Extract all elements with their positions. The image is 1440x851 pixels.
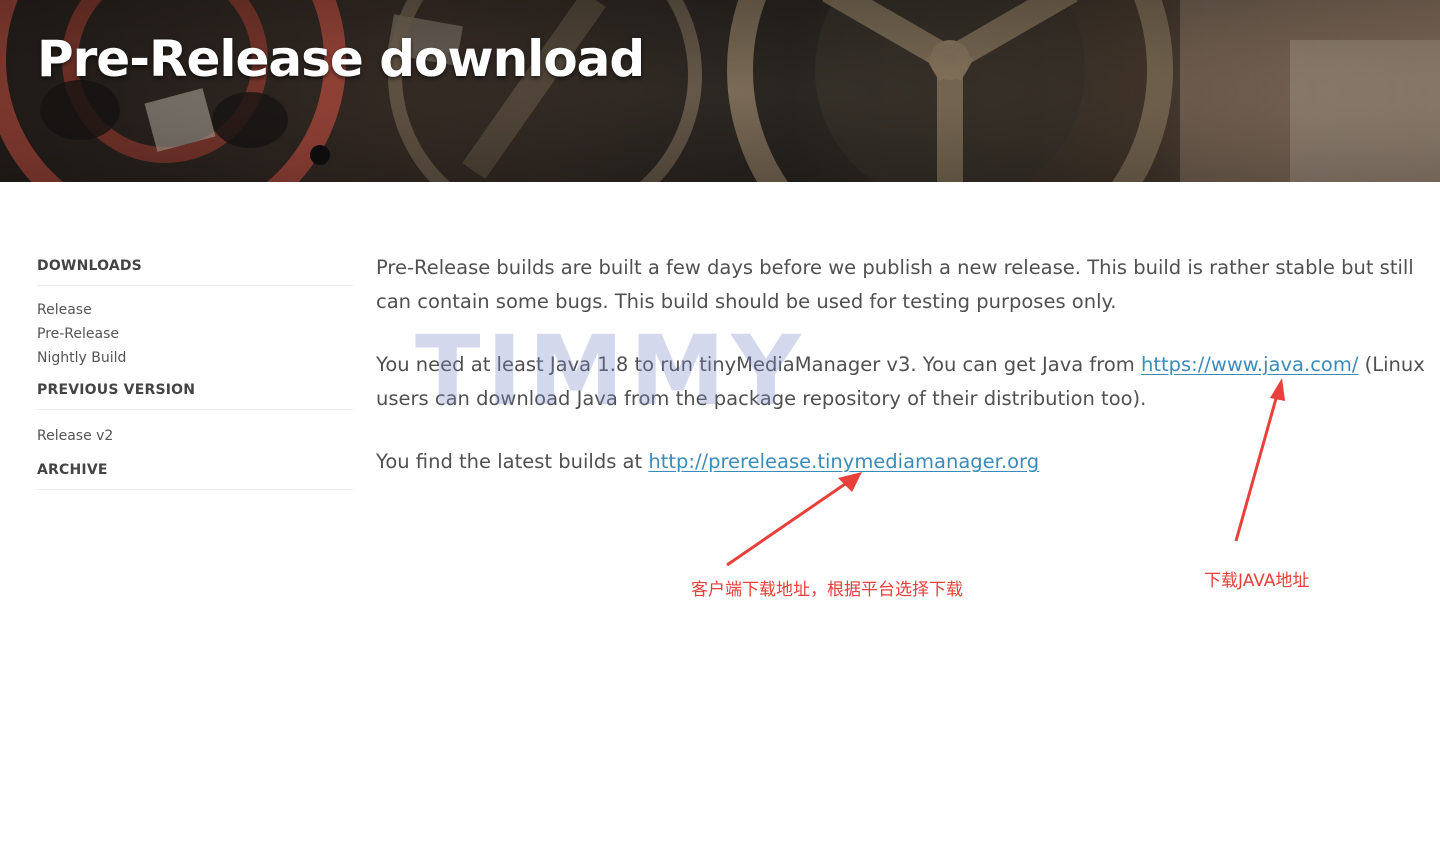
film-reel-background-image — [0, 0, 1440, 182]
sidebar-item-pre-release[interactable]: Pre-Release — [37, 322, 353, 346]
sidebar-nav: DOWNLOADS Release Pre-Release Nightly Bu… — [37, 258, 353, 490]
latest-builds-text: You find the latest builds at — [376, 450, 649, 473]
sidebar-section-previous-version: PREVIOUS VERSION Release v2 — [37, 382, 353, 462]
annotation-java-download: 下载JAVA地址 — [1204, 571, 1310, 591]
sidebar-item-nightly-build[interactable]: Nightly Build — [37, 346, 353, 370]
sidebar-item-release[interactable]: Release — [37, 298, 353, 322]
hero-banner: Pre-Release download — [0, 0, 1440, 182]
latest-builds-paragraph: You find the latest builds at http://pre… — [376, 445, 1426, 479]
sidebar-section-downloads: DOWNLOADS Release Pre-Release Nightly Bu… — [37, 258, 353, 382]
intro-paragraph: Pre-Release builds are built a few days … — [376, 256, 1414, 313]
java-requirement-paragraph: You need at least Java 1.8 to run tinyMe… — [376, 348, 1426, 416]
prerelease-builds-link[interactable]: http://prerelease.tinymediamanager.org — [648, 450, 1039, 473]
page-title: Pre-Release download — [37, 30, 645, 88]
java-download-link[interactable]: https://www.java.com/ — [1141, 353, 1358, 376]
sidebar-heading-archive[interactable]: ARCHIVE — [37, 462, 353, 490]
sidebar-list-downloads: Release Pre-Release Nightly Build — [37, 286, 353, 382]
sidebar-list-previous-version: Release v2 — [37, 410, 353, 462]
sidebar-item-release-v2[interactable]: Release v2 — [37, 424, 353, 448]
main-content: Pre-Release builds are built a few days … — [376, 251, 1426, 508]
java-requirement-text: You need at least Java 1.8 to run tinyMe… — [376, 353, 1141, 376]
sidebar-section-archive: ARCHIVE — [37, 462, 353, 490]
annotation-client-download: 客户端下载地址，根据平台选择下载 — [691, 580, 963, 600]
sidebar-heading-downloads: DOWNLOADS — [37, 258, 353, 286]
page: Pre-Release download DOWNLOADS Release P… — [0, 0, 1440, 851]
sidebar-heading-previous-version: PREVIOUS VERSION — [37, 382, 353, 410]
